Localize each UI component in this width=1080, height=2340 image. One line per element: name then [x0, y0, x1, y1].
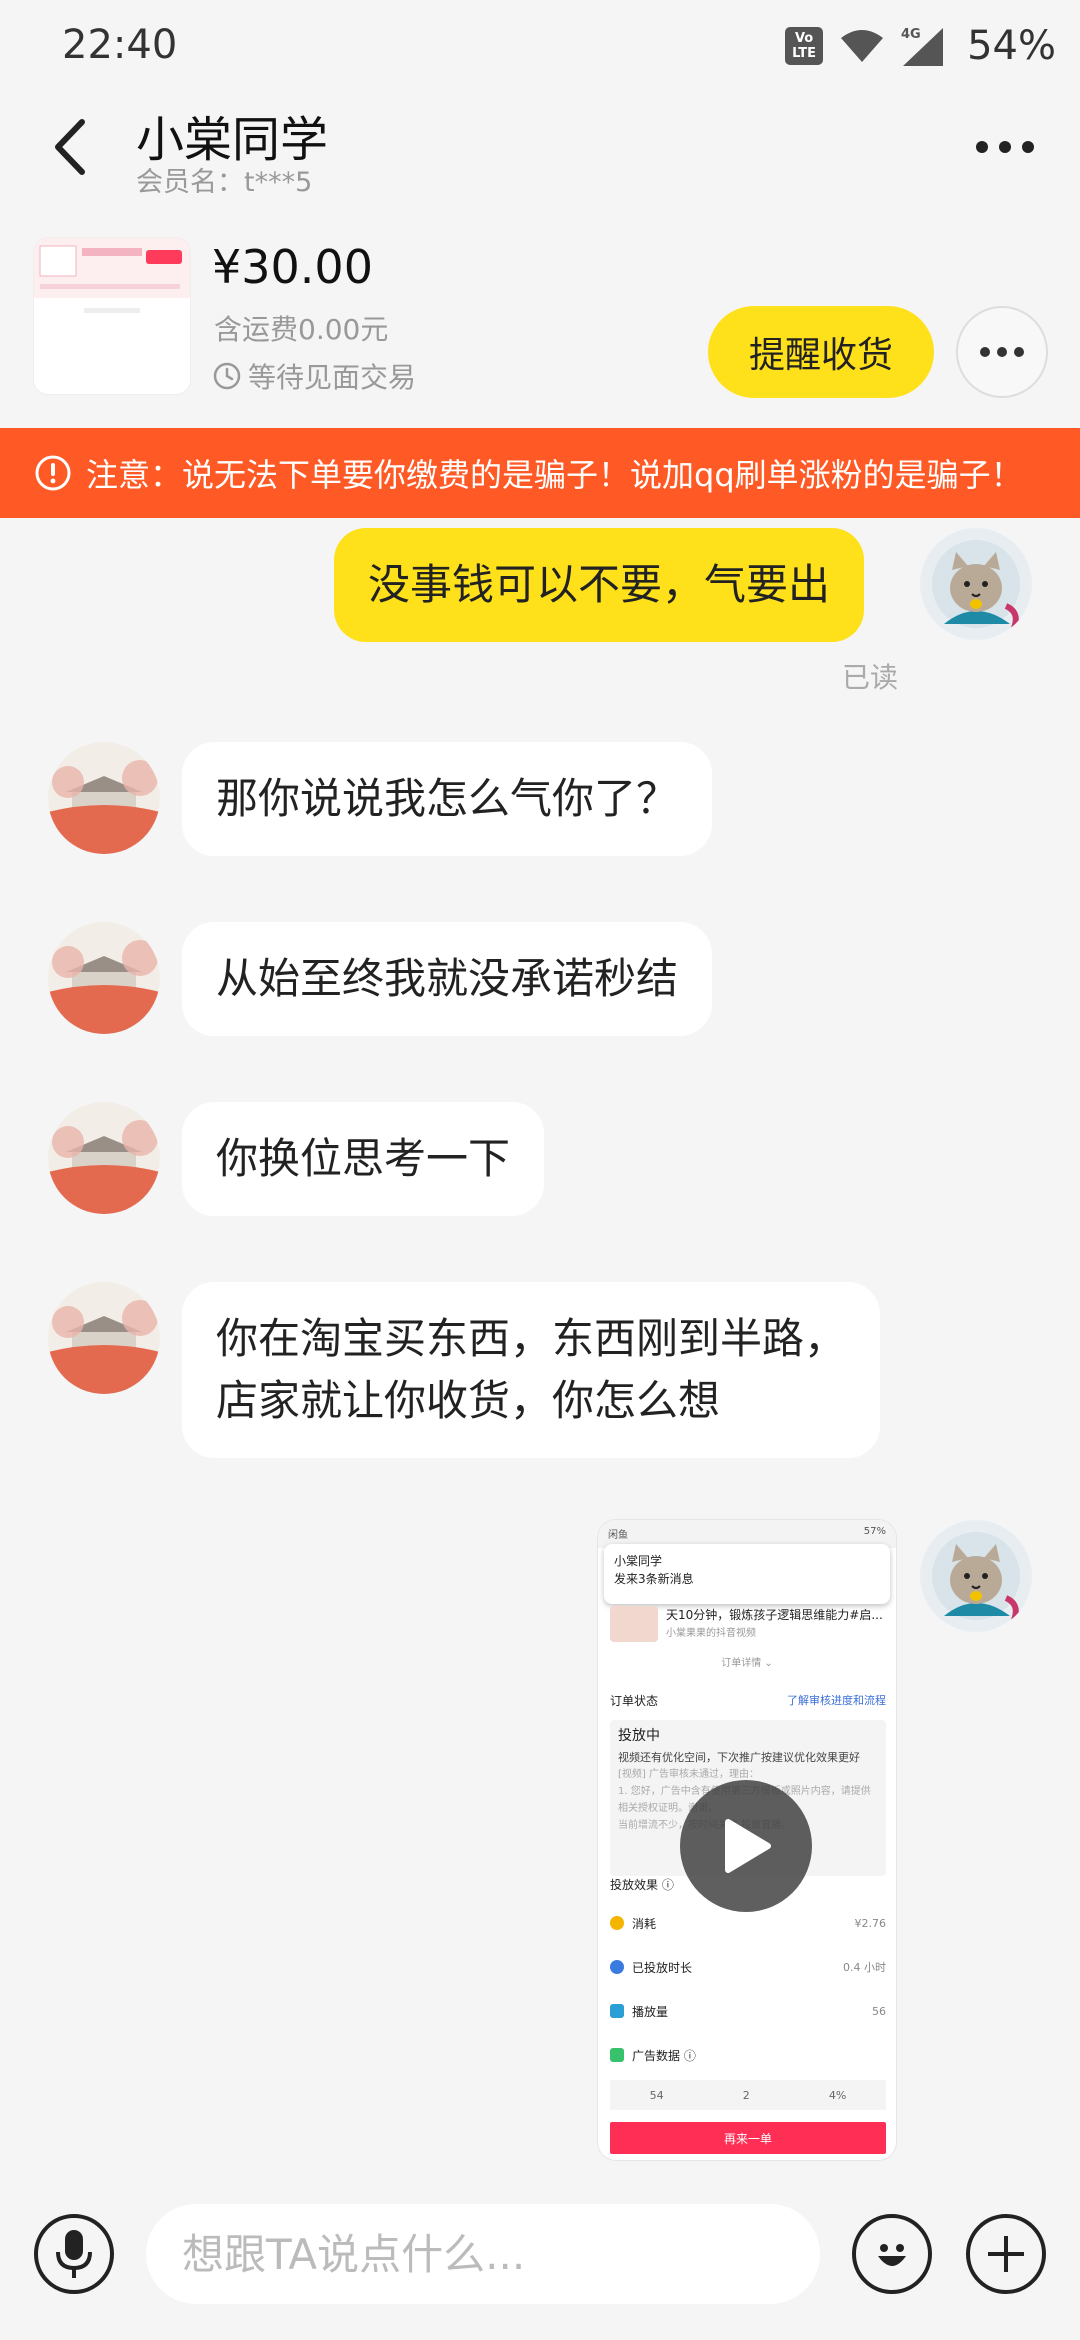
- microphone-icon: [56, 2230, 92, 2278]
- wifi-icon: [841, 30, 884, 62]
- my-avatar[interactable]: [920, 528, 1032, 640]
- signal-4g-icon: 4G: [901, 27, 944, 66]
- battery-level: 54%: [967, 23, 1056, 69]
- message-input[interactable]: [146, 2204, 820, 2304]
- video-order-status-link: 了解审核进度和流程: [787, 1694, 886, 1707]
- trade-status-text: 等待见面交易: [248, 361, 417, 394]
- voice-input-button[interactable]: [34, 2214, 114, 2294]
- fraud-warning-banner: 注意：说无法下单要你缴费的是骗子！说加qq刷单涨粉的是骗子！: [0, 428, 1080, 518]
- video-status-app: 闲鱼: [608, 1530, 628, 1541]
- read-status: 已读: [841, 661, 898, 694]
- clock-icon: [610, 1960, 624, 1974]
- video-status-battery: 57%: [863, 1526, 886, 1537]
- order-card[interactable]: ¥30.00 含运费0.00元 等待见面交易 提醒收货: [0, 220, 1080, 428]
- warning-text: 注意：说无法下单要你缴费的是骗子！说加qq刷单涨粉的是骗子！: [86, 456, 1023, 494]
- video-stat: 4%: [828, 2088, 847, 2102]
- contact-avatar[interactable]: [48, 922, 160, 1034]
- coin-icon: [610, 1916, 624, 1930]
- message-bubble-theirs[interactable]: 那你说说我怎么气你了？: [182, 742, 713, 856]
- video-metric-value: 56: [872, 2004, 886, 2018]
- warning-icon: [35, 455, 71, 491]
- video-course-thumbnail: [610, 1606, 658, 1642]
- add-attachment-button[interactable]: [966, 2214, 1046, 2294]
- smiley-icon: [878, 2244, 906, 2266]
- input-bar: [0, 2190, 1080, 2340]
- shipping-fee: 含运费0.00元: [214, 313, 389, 346]
- video-effect-title: 投放效果 ⓘ: [610, 1878, 674, 1892]
- video-stat: 54: [649, 2088, 664, 2102]
- order-more-button[interactable]: [956, 306, 1048, 398]
- play-count-icon: [610, 2004, 624, 2018]
- video-metric-row: 消耗 ¥2.76: [610, 1910, 886, 1936]
- video-order-detail: 订单详情 ⌄: [721, 1658, 773, 1669]
- video-metric-row: 广告数据 ⓘ: [610, 2042, 886, 2068]
- chat-header: 小棠同学 会员名：t***5: [0, 92, 1080, 212]
- video-box-head: 投放中: [618, 1728, 660, 1744]
- video-metric-value: 0.4 小时: [843, 1961, 886, 1974]
- video-metric-row: 已投放时长 0.4 小时: [610, 1954, 886, 1980]
- video-order-status-label: 订单状态: [610, 1694, 659, 1708]
- message-bubble-mine[interactable]: 没事钱可以不要，气要出: [334, 528, 865, 642]
- contact-avatar[interactable]: [48, 1282, 160, 1394]
- plus-icon: [988, 2236, 1024, 2272]
- my-avatar[interactable]: [920, 1520, 1032, 1632]
- message-bubble-theirs[interactable]: 从始至终我就没承诺秒结: [182, 922, 713, 1036]
- remind-receipt-button[interactable]: 提醒收货: [708, 306, 934, 398]
- video-order-status-row: 订单状态 了解审核进度和流程: [610, 1692, 886, 1709]
- emoji-button[interactable]: [852, 2214, 932, 2294]
- svg-text:4G: 4G: [901, 27, 921, 42]
- product-thumbnail[interactable]: [34, 238, 190, 394]
- video-metric-row: 播放量 56: [610, 1998, 886, 2024]
- message-line: 店家就让你收货，你怎么想: [216, 1376, 721, 1425]
- video-course-title: 天10分钟，锻炼孩子逻辑思维能力#启...: [666, 1608, 883, 1622]
- clock-icon: [213, 362, 241, 390]
- video-metric-value: ¥2.76: [854, 1916, 887, 1930]
- video-notification-title: 小棠同学: [614, 1554, 663, 1568]
- order-price: ¥30.00: [212, 240, 373, 294]
- play-icon: [725, 1819, 771, 1873]
- member-name-label: 会员名：t***5: [136, 167, 313, 198]
- ad-data-icon: [610, 2048, 624, 2062]
- video-metric-label: 已投放时长: [632, 1960, 693, 1975]
- more-dots-icon: [980, 347, 1024, 357]
- video-course-row: 天10分钟，锻炼孩子逻辑思维能力#启... 小棠果果的抖音视频: [610, 1606, 886, 1652]
- video-course-subtitle: 小棠果果的抖音视频: [666, 1628, 756, 1639]
- message-bubble-theirs[interactable]: 你换位思考一下: [182, 1102, 545, 1216]
- play-video-button[interactable]: [680, 1780, 812, 1912]
- contact-avatar[interactable]: [48, 1102, 160, 1214]
- status-icons: Vo LTE 4G 54%: [785, 18, 1056, 74]
- message-line: 你在淘宝买东西，东西刚到半路，: [216, 1314, 847, 1363]
- more-options-icon[interactable]: [970, 122, 1040, 172]
- contact-avatar[interactable]: [48, 742, 160, 854]
- video-metric-label: 播放量: [632, 2004, 669, 2019]
- trade-status: 等待见面交易: [212, 356, 416, 396]
- status-time: 22:40: [62, 22, 178, 68]
- message-bubble-theirs[interactable]: 你在淘宝买东西，东西刚到半路， 店家就让你收货，你怎么想: [182, 1282, 881, 1458]
- volte-icon: Vo LTE: [785, 27, 824, 65]
- video-metric-label: 广告数据 ⓘ: [632, 2048, 696, 2063]
- video-stats-row: 54 2 4%: [610, 2080, 886, 2110]
- back-arrow-icon[interactable]: [40, 112, 100, 182]
- video-stat: 2: [742, 2088, 750, 2102]
- status-bar: 22:40 Vo LTE 4G 54%: [0, 0, 1080, 92]
- video-metric-label: 消耗: [632, 1916, 657, 1931]
- video-box-line: 视频还有优化空间，下次推广按建议优化效果更好: [618, 1751, 860, 1764]
- video-reorder-button: 再来一单: [610, 2122, 886, 2154]
- video-notification-body: 发来3条新消息: [614, 1572, 694, 1586]
- video-notification: 小棠同学 发来3条新消息: [604, 1544, 890, 1604]
